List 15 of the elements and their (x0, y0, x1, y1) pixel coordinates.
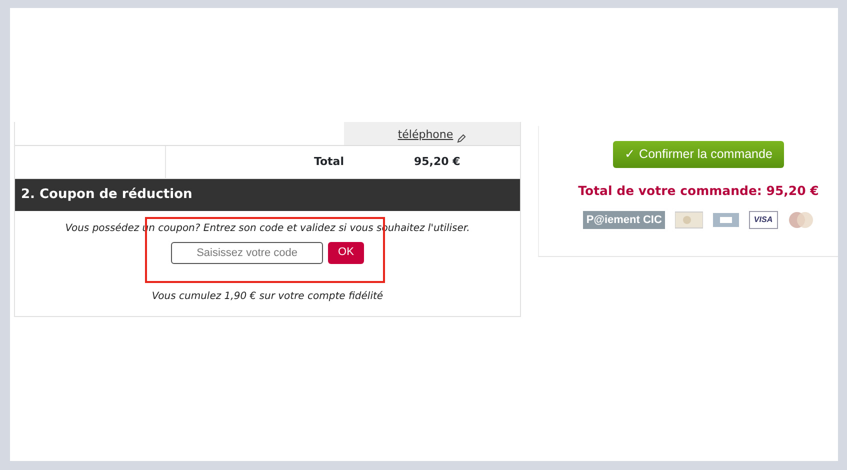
card-icon (674, 210, 703, 229)
ok-button[interactable]: OK (328, 242, 364, 264)
coupon-code-field[interactable]: Saisissez votre code (171, 242, 324, 264)
total-label: Total (312, 154, 344, 170)
pencil-icon[interactable] (457, 134, 466, 143)
section-header: 2. Coupon de réduction (15, 179, 520, 210)
confirm-order-button[interactable]: ✓ Confirmer la commande (612, 141, 784, 168)
payment-logo: P@iement CIC (583, 210, 665, 229)
order-total: Total de votre commande: 95,20 € (578, 182, 819, 200)
visa-logo: VISA (748, 210, 778, 229)
phone-link[interactable]: téléphone (398, 126, 454, 143)
card-icon (788, 210, 814, 229)
total-value: 95,20 € (414, 154, 460, 170)
card-icon (712, 210, 739, 229)
loyalty-text: Vous cumulez 1,90 € sur votre compte fidélité (150, 290, 384, 304)
